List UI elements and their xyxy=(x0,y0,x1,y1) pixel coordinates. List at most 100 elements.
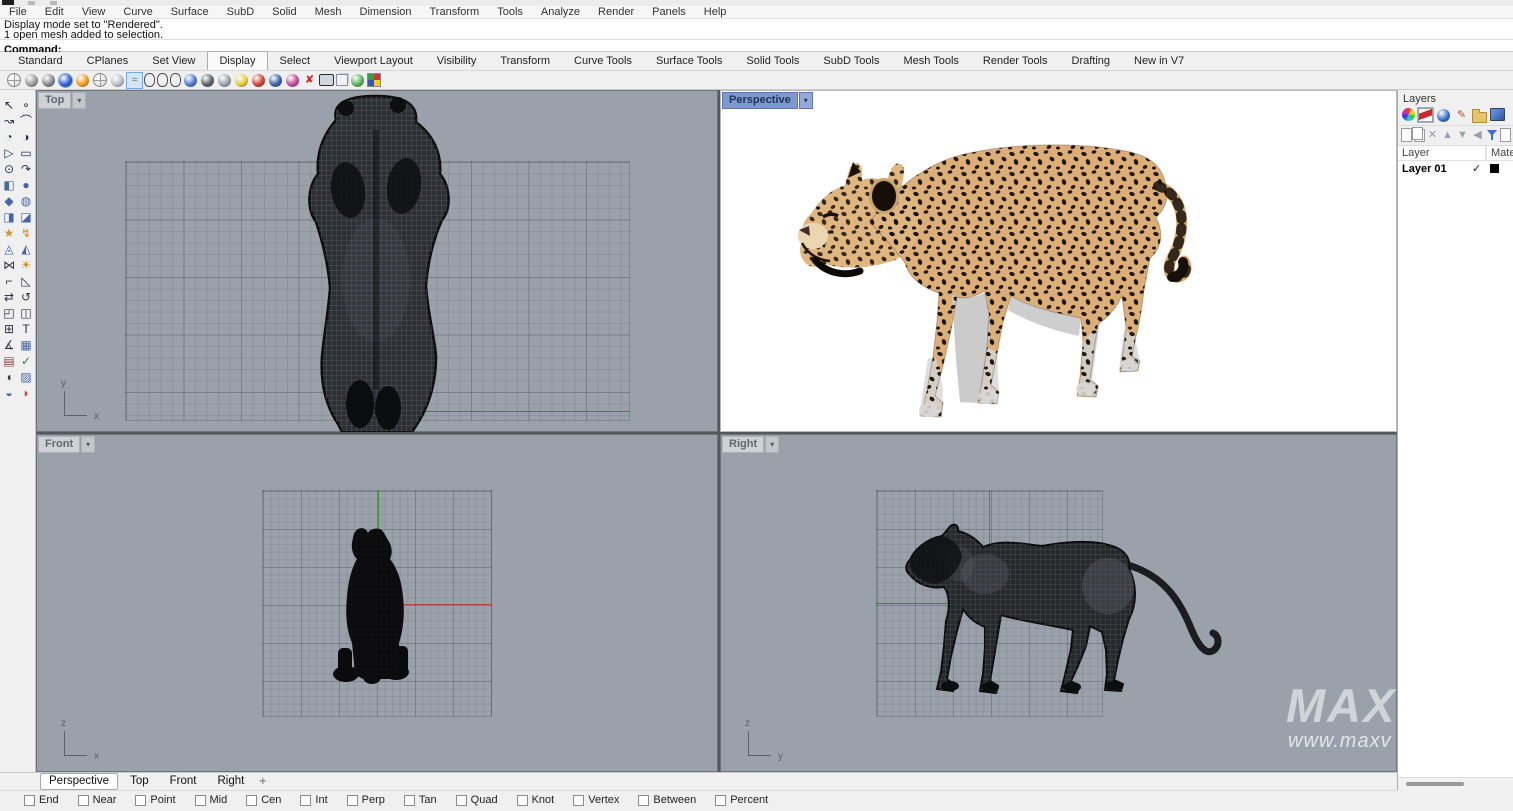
layer-name[interactable]: Layer 01 xyxy=(1398,163,1472,175)
shade-object-icon[interactable] xyxy=(218,74,231,87)
move-down-icon[interactable]: ▼ xyxy=(1455,128,1470,143)
rotate-tool-icon[interactable]: ↺ xyxy=(19,290,34,305)
explode-tool-icon[interactable]: ☀ xyxy=(19,258,34,273)
menu-item[interactable]: Tools xyxy=(488,7,532,18)
viewport-title-front[interactable]: Front ▾ xyxy=(38,436,95,453)
layers-tab-icon[interactable] xyxy=(1418,108,1433,122)
layer-color-swatch[interactable] xyxy=(1490,164,1499,173)
artistic-mode-icon[interactable] xyxy=(144,73,155,87)
circle-tool-icon[interactable]: ◔ xyxy=(2,130,17,145)
box-tool-icon[interactable]: ◆ xyxy=(2,194,17,209)
arc-tool-icon[interactable]: ↷ xyxy=(19,162,34,177)
monitor-display-icon[interactable] xyxy=(319,74,334,86)
dimension-tool-icon[interactable]: ∡ xyxy=(2,338,17,353)
join-tool-icon[interactable]: ⋈ xyxy=(2,258,17,273)
layer-current-check-icon[interactable]: ✓ xyxy=(1472,162,1490,175)
rendered-mode-icon[interactable] xyxy=(59,74,72,87)
toolbar-tab[interactable]: New in V7 xyxy=(1122,51,1196,70)
group-tool-icon[interactable]: ▦ xyxy=(19,338,34,353)
toolbar-tab[interactable]: Display xyxy=(207,51,267,70)
osnap-toggle[interactable]: Between xyxy=(638,794,696,806)
toolbar-tab[interactable]: Transform xyxy=(488,51,562,70)
control-curve-tool-icon[interactable]: ⌒ xyxy=(19,114,34,129)
display-tab-icon[interactable] xyxy=(1437,109,1450,122)
duplicate-layer-icon[interactable] xyxy=(1412,127,1423,140)
viewport-top[interactable]: Top ▾ y x xyxy=(36,90,718,432)
rectangle-tool-icon[interactable]: ▭ xyxy=(19,146,34,161)
layer-tools-icon[interactable] xyxy=(1500,128,1511,142)
viewport-settings-icon[interactable]: + xyxy=(256,774,269,790)
scrollbar-thumb[interactable] xyxy=(1406,782,1464,786)
filter-icon[interactable] xyxy=(1485,128,1500,143)
toolbar-tab[interactable]: Select xyxy=(268,51,323,70)
osnap-toggle[interactable]: Near xyxy=(78,794,117,806)
viewport-front[interactable]: Front ▾ z x xyxy=(36,434,718,772)
unnest-layer-icon[interactable]: ◀ xyxy=(1470,128,1485,143)
osnap-toggle[interactable]: Point xyxy=(135,794,175,806)
toolbar-tab[interactable]: Standard xyxy=(6,51,75,70)
osnap-toggle[interactable]: Knot xyxy=(517,794,555,806)
pen-mode-icon[interactable] xyxy=(157,73,168,87)
viewport-label[interactable]: Perspective xyxy=(722,92,798,109)
panel-title[interactable]: Layers xyxy=(1398,90,1513,107)
toolbar-tab[interactable]: Drafting xyxy=(1060,51,1123,70)
split-tool-icon[interactable]: ◭ xyxy=(19,242,34,257)
render-preview-icon[interactable] xyxy=(184,74,197,87)
viewport-tab[interactable]: Top xyxy=(121,773,158,790)
menu-item[interactable]: Help xyxy=(695,7,736,18)
sun-study-icon[interactable] xyxy=(235,74,248,87)
viewport-title-right[interactable]: Right ▾ xyxy=(722,436,779,453)
menu-item[interactable]: View xyxy=(73,7,115,18)
osnap-toggle[interactable]: Tan xyxy=(404,794,437,806)
chamfer-tool-icon[interactable]: ◺ xyxy=(19,274,34,289)
viewport-title-top[interactable]: Top ▾ xyxy=(38,92,86,109)
viewport-menu-dropdown-icon[interactable]: ▾ xyxy=(765,436,779,453)
wireframe-mode-icon[interactable] xyxy=(7,73,21,87)
viewport-tab[interactable]: Front xyxy=(161,773,206,790)
toolbar-tab[interactable]: Visibility xyxy=(425,51,489,70)
viewport-label[interactable]: Right xyxy=(722,436,764,453)
linked-views-icon[interactable] xyxy=(351,74,364,87)
menu-item[interactable]: SubD xyxy=(218,7,264,18)
scale-tool-icon[interactable]: ◰ xyxy=(2,306,17,321)
set-display-mode-icon[interactable] xyxy=(201,74,214,87)
osnap-toggle[interactable]: Int xyxy=(300,794,327,806)
osnap-toggle[interactable]: Quad xyxy=(456,794,498,806)
menu-item[interactable]: Render xyxy=(589,7,643,18)
toolbar-tab[interactable]: Mesh Tools xyxy=(891,51,970,70)
toolbar-tab[interactable]: Solid Tools xyxy=(734,51,811,70)
new-layer-icon[interactable] xyxy=(1401,128,1412,142)
delete-layer-icon[interactable]: ✕ xyxy=(1425,128,1440,143)
menu-item[interactable]: Transform xyxy=(421,7,489,18)
block-tool-icon[interactable]: ▤ xyxy=(2,354,17,369)
viewport-menu-dropdown-icon[interactable]: ▾ xyxy=(72,92,86,109)
ellipse-tool-icon[interactable]: ◑ xyxy=(19,130,34,145)
pipe-tool-icon[interactable]: ◪ xyxy=(19,210,34,225)
osnap-toggle[interactable]: Vertex xyxy=(573,794,619,806)
menu-item[interactable]: Edit xyxy=(36,7,73,18)
cylinder-tool-icon[interactable]: ◨ xyxy=(2,210,17,225)
toolbar-tab[interactable]: Viewport Layout xyxy=(322,51,425,70)
technical-mode-icon[interactable]: ≈ xyxy=(127,73,142,88)
shell-tool-icon[interactable]: ◗ xyxy=(19,386,34,401)
safe-frame-icon[interactable] xyxy=(252,74,265,87)
blob-tool-icon[interactable]: ★ xyxy=(2,226,17,241)
move-up-icon[interactable]: ▲ xyxy=(1440,128,1455,143)
folder-tab-icon[interactable] xyxy=(1472,112,1487,123)
menu-item[interactable]: Analyze xyxy=(532,7,589,18)
color-settings-icon[interactable] xyxy=(367,73,381,87)
menu-item[interactable]: Surface xyxy=(162,7,218,18)
toolbar-tab[interactable]: SubD Tools xyxy=(811,51,891,70)
menu-item[interactable]: File xyxy=(0,7,36,18)
clear-meshes-icon[interactable]: ✘ xyxy=(302,73,317,88)
trim-tool-icon[interactable]: ◬ xyxy=(2,242,17,257)
osnap-toggle[interactable]: Percent xyxy=(715,794,768,806)
visibility-tool-icon[interactable]: ◖ xyxy=(2,370,17,385)
select-tool-icon[interactable]: ↖ xyxy=(2,98,17,113)
shaded-dark-mode-icon[interactable] xyxy=(42,74,55,87)
layers-horizontal-scrollbar[interactable] xyxy=(1398,777,1513,790)
lightning-tool-icon[interactable]: ↯ xyxy=(19,226,34,241)
menu-item[interactable]: Dimension xyxy=(351,7,421,18)
menu-item[interactable]: Solid xyxy=(263,7,305,18)
color-wheel-icon[interactable] xyxy=(1402,108,1415,121)
